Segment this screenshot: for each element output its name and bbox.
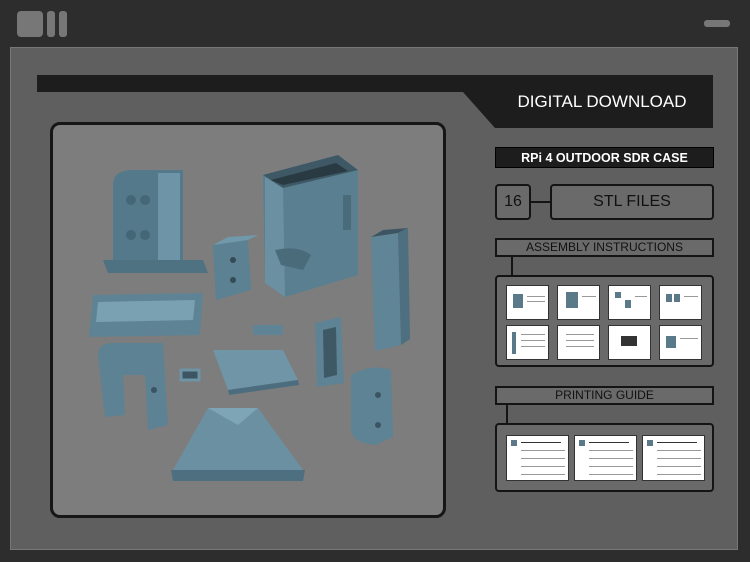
plate-part: [213, 350, 299, 395]
curved-holder-part: [351, 367, 393, 445]
printing-guide-page-thumbnail[interactable]: [506, 435, 569, 481]
printing-guide-page-thumbnail[interactable]: [642, 435, 705, 481]
instruction-page-thumbnail[interactable]: [608, 325, 651, 360]
clip-part: [315, 317, 344, 387]
roof-cap-part: [171, 408, 305, 481]
assembly-instructions-thumbnails[interactable]: [495, 275, 714, 367]
tray-part: [89, 293, 203, 337]
printing-guide-thumbnails[interactable]: [495, 423, 714, 492]
product-name: RPi 4 OUTDOOR SDR CASE: [495, 147, 714, 168]
small-block-part: [213, 235, 258, 300]
tube-part: [371, 228, 410, 351]
connector-line: [531, 201, 550, 203]
instruction-page-thumbnail[interactable]: [557, 285, 600, 320]
instruction-page-thumbnail[interactable]: [557, 325, 600, 360]
stl-file-count: 16: [495, 184, 531, 220]
instruction-page-thumbnail[interactable]: [608, 285, 651, 320]
mount-bracket-part: [103, 170, 208, 273]
printing-guide-title: PRINTING GUIDE: [495, 386, 714, 405]
window-layout-icon[interactable]: [17, 11, 69, 37]
header-title: DIGITAL DOWNLOAD: [517, 92, 687, 111]
instruction-page-thumbnail[interactable]: [506, 325, 549, 360]
small-frame-part: [179, 368, 201, 382]
title-bar: [0, 0, 750, 46]
assembly-instructions-title: ASSEMBLY INSTRUCTIONS: [495, 238, 714, 257]
minimize-button[interactable]: [704, 20, 730, 27]
instruction-page-thumbnail[interactable]: [659, 325, 702, 360]
small-clip-part: [253, 325, 283, 335]
stl-files-label: STL FILES: [550, 184, 714, 220]
main-enclosure-part: [263, 155, 358, 297]
arch-bracket-part: [98, 343, 168, 430]
case-parts-illustration: [89, 155, 410, 481]
instruction-page-thumbnail[interactable]: [659, 285, 702, 320]
connector-line: [506, 405, 508, 423]
instruction-page-thumbnail[interactable]: [506, 285, 549, 320]
printing-guide-page-thumbnail[interactable]: [574, 435, 637, 481]
parts-preview-image: [50, 122, 446, 518]
connector-line: [511, 257, 513, 275]
